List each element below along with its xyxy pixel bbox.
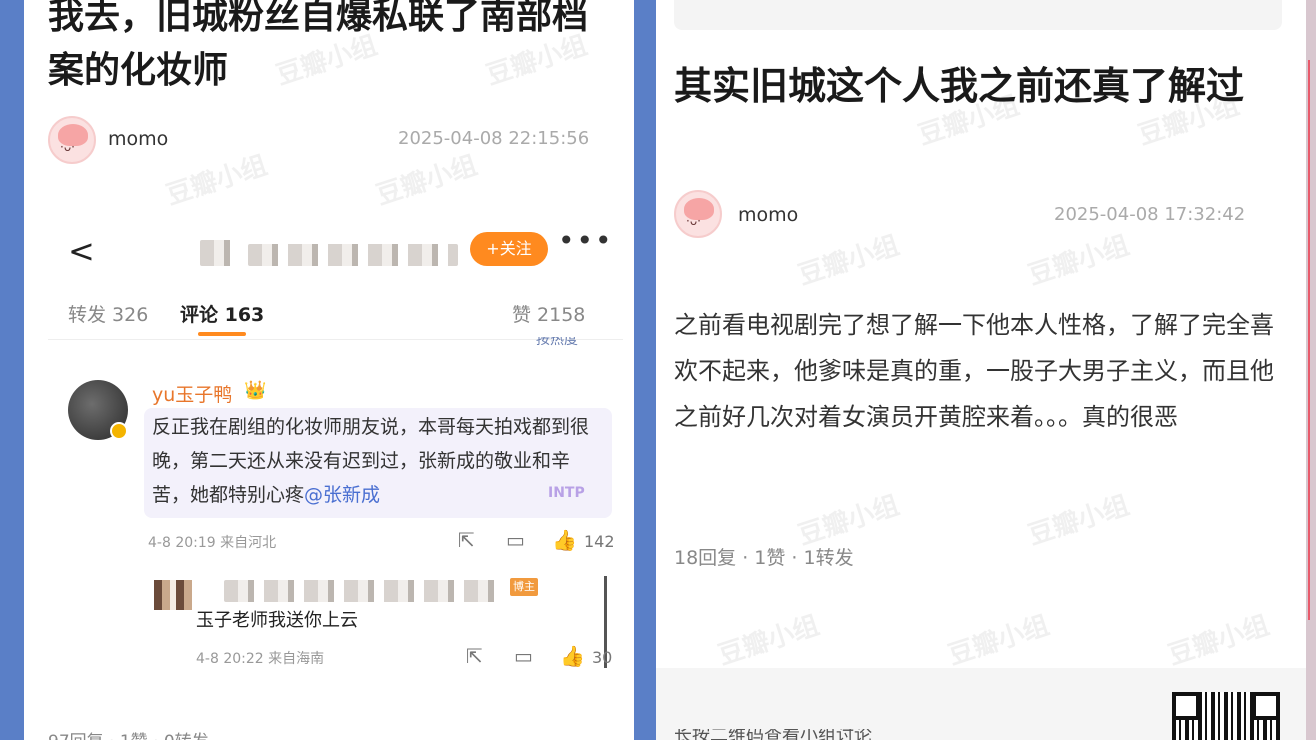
qr-code[interactable] — [1172, 692, 1280, 740]
watermark: 豆瓣小组 — [714, 610, 823, 672]
verified-badge-icon — [110, 422, 128, 440]
comment-text: 反正我在剧组的化妆师朋友说，本哥每天拍戏都到很晚，第二天还从来没有迟到过，张新成… — [152, 416, 590, 506]
like-icon: 👍 — [560, 644, 585, 668]
post-stats: 97回复 · 1赞 · 0转发 — [48, 727, 209, 740]
tab-reposts: 转发 326 — [68, 304, 149, 326]
author-avatar[interactable] — [48, 116, 96, 164]
previous-card-edge — [674, 0, 1282, 30]
reply-like-count: 30 — [592, 648, 613, 667]
watermark: 豆瓣小组 — [372, 150, 481, 212]
comment-like-count: 142 — [584, 532, 615, 551]
watermark: 豆瓣小组 — [162, 150, 271, 212]
watermark: 豆瓣小组 — [1024, 230, 1133, 292]
tab-bar: 转发 326 评论 163 赞 2158 — [48, 290, 623, 340]
tab-likes: 赞 2158 — [512, 304, 586, 326]
back-arrow-icon: < — [68, 232, 95, 270]
reply-icon: ▭ — [514, 644, 533, 668]
blurred-avatar — [200, 240, 240, 266]
reply-meta: 4-8 20:22 来自海南 — [196, 651, 325, 667]
blurred-username — [248, 244, 458, 266]
follow-button: +关注 — [470, 232, 548, 266]
author-name[interactable]: momo — [108, 128, 168, 150]
blogger-tag: 博主 — [510, 578, 538, 596]
embedded-weibo-screenshot: < +关注 ••• 转发 326 评论 163 赞 2158 按热度 yu玉子鸭… — [48, 220, 623, 690]
author-avatar[interactable] — [674, 190, 722, 238]
post-title: 其实旧城这个人我之前还真了解过 — [674, 64, 1245, 108]
post-body: 之前看电视剧完了想了解一下他本人性格，了解了完全喜欢不起来，他爹味是真的重，一股… — [674, 311, 1274, 431]
left-post-panel: 豆瓣小组 豆瓣小组 豆瓣小组 豆瓣小组 豆瓣小组 豆瓣小组 豆瓣小组 豆瓣小组 … — [24, 0, 634, 740]
blurred-reply-username — [224, 580, 504, 602]
left-edge-stripe — [0, 0, 24, 740]
reply-icon: ▭ — [506, 528, 525, 552]
sort-label: 按热度 — [536, 337, 578, 347]
watermark: 豆瓣小组 — [944, 610, 1053, 672]
more-options-icon: ••• — [558, 224, 614, 257]
qr-prompt-text: 长按二维码查看小组讨论 — [674, 729, 872, 740]
mention-link: @张新成 — [304, 484, 381, 506]
share-icon: ⇱ — [458, 528, 475, 552]
commenter-name: yu玉子鸭 — [152, 384, 233, 406]
author-name[interactable]: momo — [738, 204, 798, 226]
like-icon: 👍 — [552, 528, 577, 552]
active-tab-indicator — [198, 332, 246, 336]
fan-badge-icon: 👑 — [244, 380, 267, 401]
post-title: 我去，旧城粉丝自爆私联了南部档案的化妆师 — [48, 0, 589, 91]
tab-comments: 评论 163 — [180, 304, 265, 326]
comment-meta: 4-8 20:19 来自河北 — [148, 535, 277, 551]
intp-sticker: INTP — [548, 485, 585, 501]
post-date: 2025-04-08 17:32:42 — [1054, 204, 1246, 225]
watermark: 豆瓣小组 — [1024, 490, 1133, 552]
blurred-reply-avatar — [154, 580, 192, 610]
post-date: 2025-04-08 22:15:56 — [398, 128, 590, 149]
post-stats: 18回复 · 1赞 · 1转发 — [674, 547, 854, 569]
share-icon: ⇱ — [466, 644, 483, 668]
watermark: 豆瓣小组 — [1164, 610, 1273, 672]
right-post-panel: 豆瓣小组 豆瓣小组 豆瓣小组 豆瓣小组 豆瓣小组 豆瓣小组 豆瓣小组 豆瓣小组 … — [656, 0, 1306, 740]
reply-text: 玉子老师我送你上云 — [196, 610, 358, 631]
watermark: 豆瓣小组 — [794, 230, 903, 292]
right-edge-stripe — [1306, 0, 1316, 740]
middle-divider-stripe — [634, 0, 656, 740]
